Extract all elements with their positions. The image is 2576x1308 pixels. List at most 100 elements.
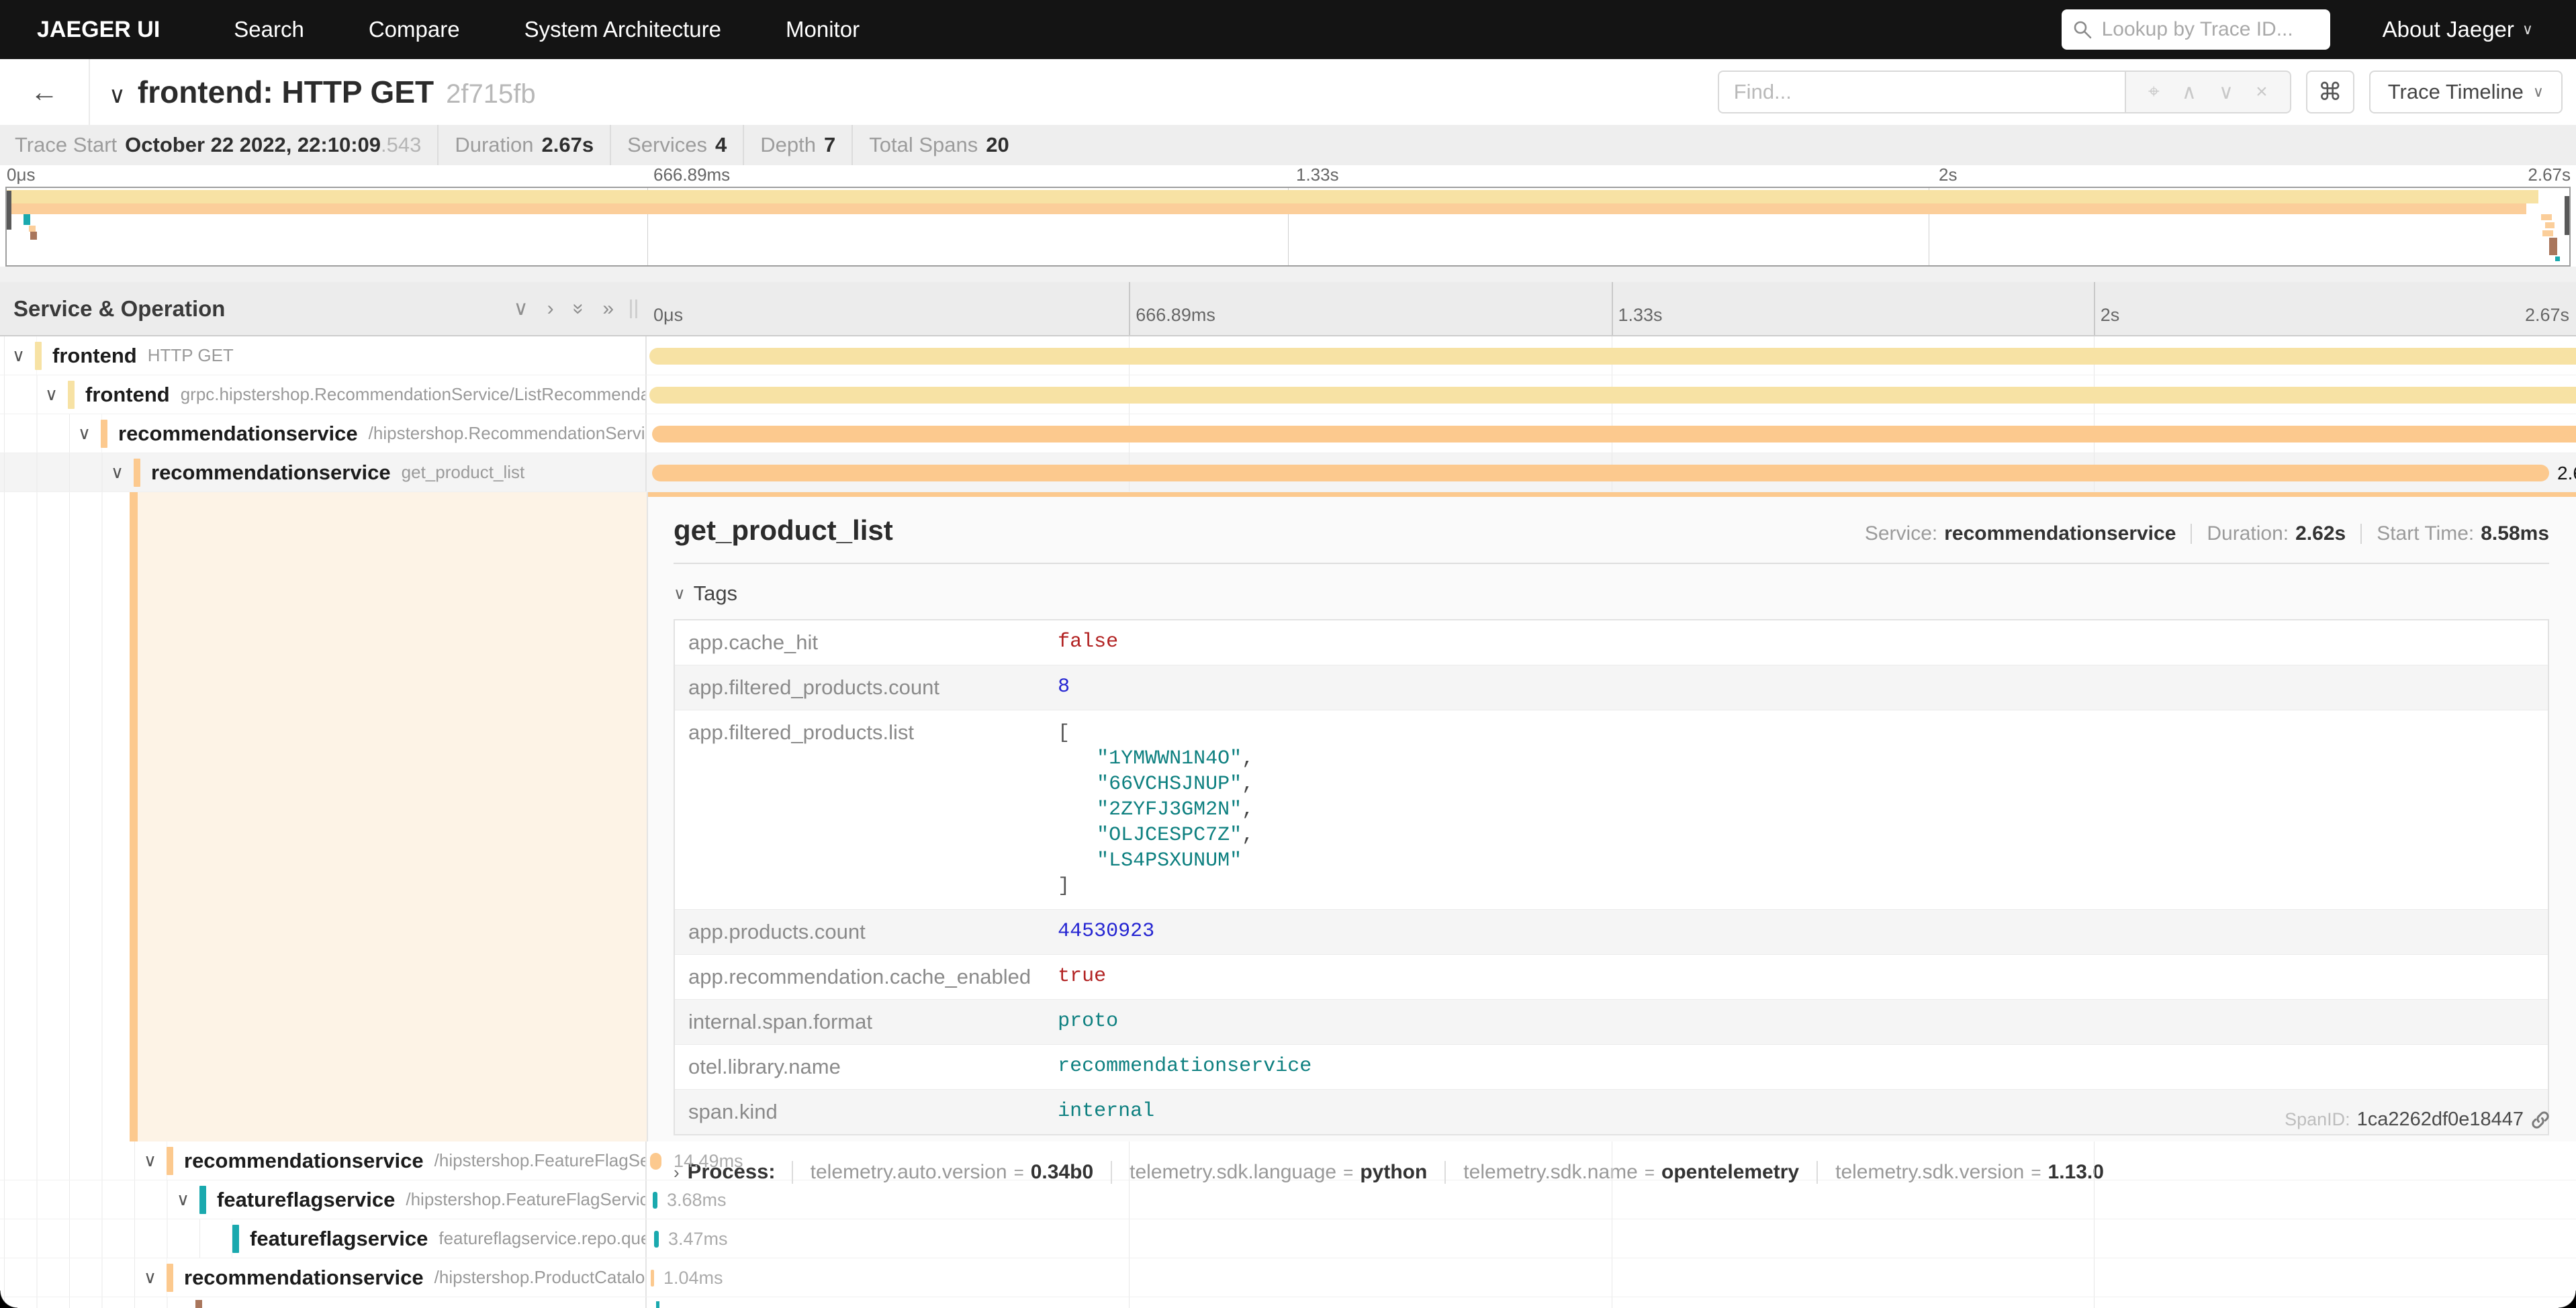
tag-value: recommendationservice bbox=[1044, 1045, 2548, 1090]
service-name: frontend bbox=[85, 383, 170, 407]
tag-row[interactable]: span.kind internal bbox=[674, 1090, 2548, 1135]
header-controls: ⌖ ∧ ∨ × ⌘ Trace Timeline ∨ bbox=[1718, 71, 2563, 113]
span-bar-cell[interactable]: 3.47ms bbox=[647, 1219, 2576, 1258]
collapse-children-icon[interactable]: ∨ bbox=[78, 423, 101, 444]
tick-label: 2s bbox=[2094, 305, 2120, 326]
nav-item-compare[interactable]: Compare bbox=[369, 17, 460, 42]
span-bar-cell[interactable] bbox=[647, 375, 2576, 414]
service-name: featureflagservice bbox=[217, 1188, 395, 1212]
span-bar-cell[interactable] bbox=[647, 336, 2576, 375]
tag-row[interactable]: app.filtered_products.list [ "1YMWWN1N4O… bbox=[674, 710, 2548, 910]
collapse-children-icon[interactable]: ∨ bbox=[111, 462, 134, 483]
top-nav: JAEGER UI Search Compare System Architec… bbox=[0, 0, 2576, 59]
span-name-cell[interactable]: ∨ recommendationservice /hipstershop.Fea… bbox=[0, 1141, 647, 1180]
tick-label: 1.33s bbox=[1612, 305, 1663, 326]
prev-result-icon[interactable]: ∧ bbox=[2182, 81, 2197, 104]
tag-row[interactable]: app.products.count 44530923 bbox=[674, 910, 2548, 955]
span-row-partial bbox=[0, 1297, 2576, 1308]
minimap-span-band bbox=[7, 203, 2526, 214]
tag-key: app.products.count bbox=[674, 910, 1044, 955]
clear-find-icon[interactable]: × bbox=[2256, 81, 2268, 103]
collapse-trace-chevron-icon[interactable]: ∨ bbox=[109, 82, 126, 109]
span-bar[interactable] bbox=[653, 1192, 657, 1209]
span-name-cell[interactable]: ∨ frontend HTTP GET bbox=[0, 336, 647, 375]
span-detail-highlight[interactable] bbox=[138, 492, 647, 1141]
minimap-right-scrub-handle[interactable] bbox=[2565, 196, 2569, 235]
span-bar-cell[interactable]: 1.04ms bbox=[647, 1258, 2576, 1297]
timeline-minimap[interactable] bbox=[5, 187, 2571, 267]
collapse-children-icon[interactable]: ∨ bbox=[45, 384, 68, 405]
operation-name: HTTP GET bbox=[148, 345, 234, 366]
span-name-cell[interactable]: ∨ recommendationservice /hipstershop.Rec… bbox=[0, 414, 647, 453]
expand-one-icon[interactable]: › bbox=[547, 299, 554, 319]
back-button[interactable]: ← bbox=[0, 59, 90, 125]
span-name-cell[interactable]: ∨ featureflagservice /hipstershop.Featur… bbox=[0, 1180, 647, 1219]
trace-summary-bar: Trace Start October 22 2022, 22:10:09.54… bbox=[0, 125, 2576, 165]
span-operation-title: get_product_list bbox=[674, 514, 893, 547]
trace-id-lookup bbox=[2062, 9, 2330, 50]
span-name-cell[interactable]: ∨ frontend grpc.hipstershop.Recommendati… bbox=[0, 375, 647, 414]
collapse-children-icon[interactable]: ∨ bbox=[177, 1189, 199, 1210]
tag-row[interactable]: app.filtered_products.count 8 bbox=[674, 665, 2548, 710]
nav-item-monitor[interactable]: Monitor bbox=[786, 17, 860, 42]
operation-name: /hipstershop.FeatureFlagService... bbox=[434, 1150, 647, 1171]
span-bar-cell[interactable] bbox=[647, 414, 2576, 453]
trace-id-lookup-input[interactable] bbox=[2101, 17, 2319, 42]
nav-item-system-architecture[interactable]: System Architecture bbox=[524, 17, 721, 42]
span-name-cell[interactable]: ∨ recommendationservice /hipstershop.Pro… bbox=[0, 1258, 647, 1297]
span-id-value: 1ca2262df0e18447 bbox=[2357, 1109, 2524, 1131]
span-detail-row: get_product_list Service: recommendation… bbox=[0, 492, 2576, 1141]
tick-label: 0μs bbox=[7, 165, 35, 185]
operation-name: featureflagservice.repo.query:fe... bbox=[439, 1228, 647, 1249]
span-bar[interactable] bbox=[650, 1153, 661, 1170]
collapse-children-icon[interactable]: ∨ bbox=[144, 1150, 167, 1171]
trace-header: ← ∨ frontend: HTTP GET 2f715fb ⌖ ∧ ∨ × ⌘… bbox=[0, 59, 2576, 125]
span-bar[interactable] bbox=[654, 1231, 659, 1248]
tag-row[interactable]: internal.span.format proto bbox=[674, 1000, 2548, 1045]
keyboard-shortcuts-button[interactable]: ⌘ bbox=[2306, 71, 2354, 113]
expand-all-icon[interactable]: » bbox=[602, 299, 614, 319]
tag-row[interactable]: app.recommendation.cache_enabled true bbox=[674, 955, 2548, 1000]
about-jaeger-menu[interactable]: About Jaeger ∨ bbox=[2383, 17, 2533, 42]
column-resizer[interactable] bbox=[630, 299, 637, 318]
window-corner bbox=[2559, 1291, 2576, 1308]
divider bbox=[674, 563, 2549, 564]
trace-id-short: 2f715fb bbox=[446, 79, 535, 109]
span-bar[interactable] bbox=[651, 1270, 654, 1287]
tag-row[interactable]: otel.library.name recommendationservice bbox=[674, 1045, 2548, 1090]
tags-section-toggle[interactable]: ∨ Tags bbox=[674, 581, 2549, 606]
collapse-children-icon[interactable]: ∨ bbox=[12, 345, 35, 366]
minimap-left-scrub-handle[interactable] bbox=[7, 191, 11, 230]
tag-key: internal.span.format bbox=[674, 1000, 1044, 1045]
tag-row[interactable]: app.cache_hit false bbox=[674, 620, 2548, 665]
span-name-cell[interactable]: ∨ featureflagservice featureflagservice.… bbox=[0, 1219, 647, 1258]
find-input[interactable] bbox=[1718, 71, 2125, 113]
tag-value: true bbox=[1044, 955, 2548, 1000]
span-bar-cell[interactable]: 3.68ms bbox=[647, 1180, 2576, 1219]
collapse-deep-icon[interactable]: » bbox=[568, 303, 588, 314]
service-color-bar bbox=[130, 492, 138, 1141]
jaeger-logo[interactable]: JAEGER UI bbox=[37, 17, 160, 43]
span-name-cell[interactable]: ∨ recommendationservice get_product_list bbox=[0, 453, 647, 492]
span-bar[interactable] bbox=[649, 387, 2576, 404]
span-bar[interactable] bbox=[652, 426, 2576, 442]
tag-value: 8 bbox=[1044, 665, 2548, 710]
span-bar[interactable] bbox=[652, 465, 2549, 481]
span-bar-cell[interactable]: 14.49ms bbox=[647, 1141, 2576, 1180]
span-bar-cell[interactable]: 2.62s bbox=[647, 453, 2576, 492]
next-result-icon[interactable]: ∨ bbox=[2219, 81, 2234, 104]
trace-view-selector[interactable]: Trace Timeline ∨ bbox=[2369, 71, 2563, 113]
collapse-all-icon[interactable]: ∨ bbox=[514, 299, 528, 319]
operation-name: /hipstershop.ProductCatalogSer... bbox=[434, 1267, 647, 1288]
about-jaeger-label: About Jaeger bbox=[2383, 17, 2514, 42]
span-row: ∨ recommendationservice /hipstershop.Fea… bbox=[0, 1141, 2576, 1180]
span-row: ∨ frontend HTTP GET bbox=[0, 336, 2576, 375]
span-duration-label: 2.62s bbox=[2557, 463, 2576, 484]
deep-link-icon[interactable] bbox=[2530, 1110, 2550, 1130]
nav-item-search[interactable]: Search bbox=[234, 17, 304, 42]
span-bar[interactable] bbox=[649, 348, 2576, 365]
collapse-children-icon[interactable]: ∨ bbox=[144, 1267, 167, 1288]
span-duration-label: 3.68ms bbox=[667, 1190, 727, 1211]
focus-match-icon[interactable]: ⌖ bbox=[2148, 81, 2160, 103]
span-duration-label: 3.47ms bbox=[668, 1229, 728, 1250]
